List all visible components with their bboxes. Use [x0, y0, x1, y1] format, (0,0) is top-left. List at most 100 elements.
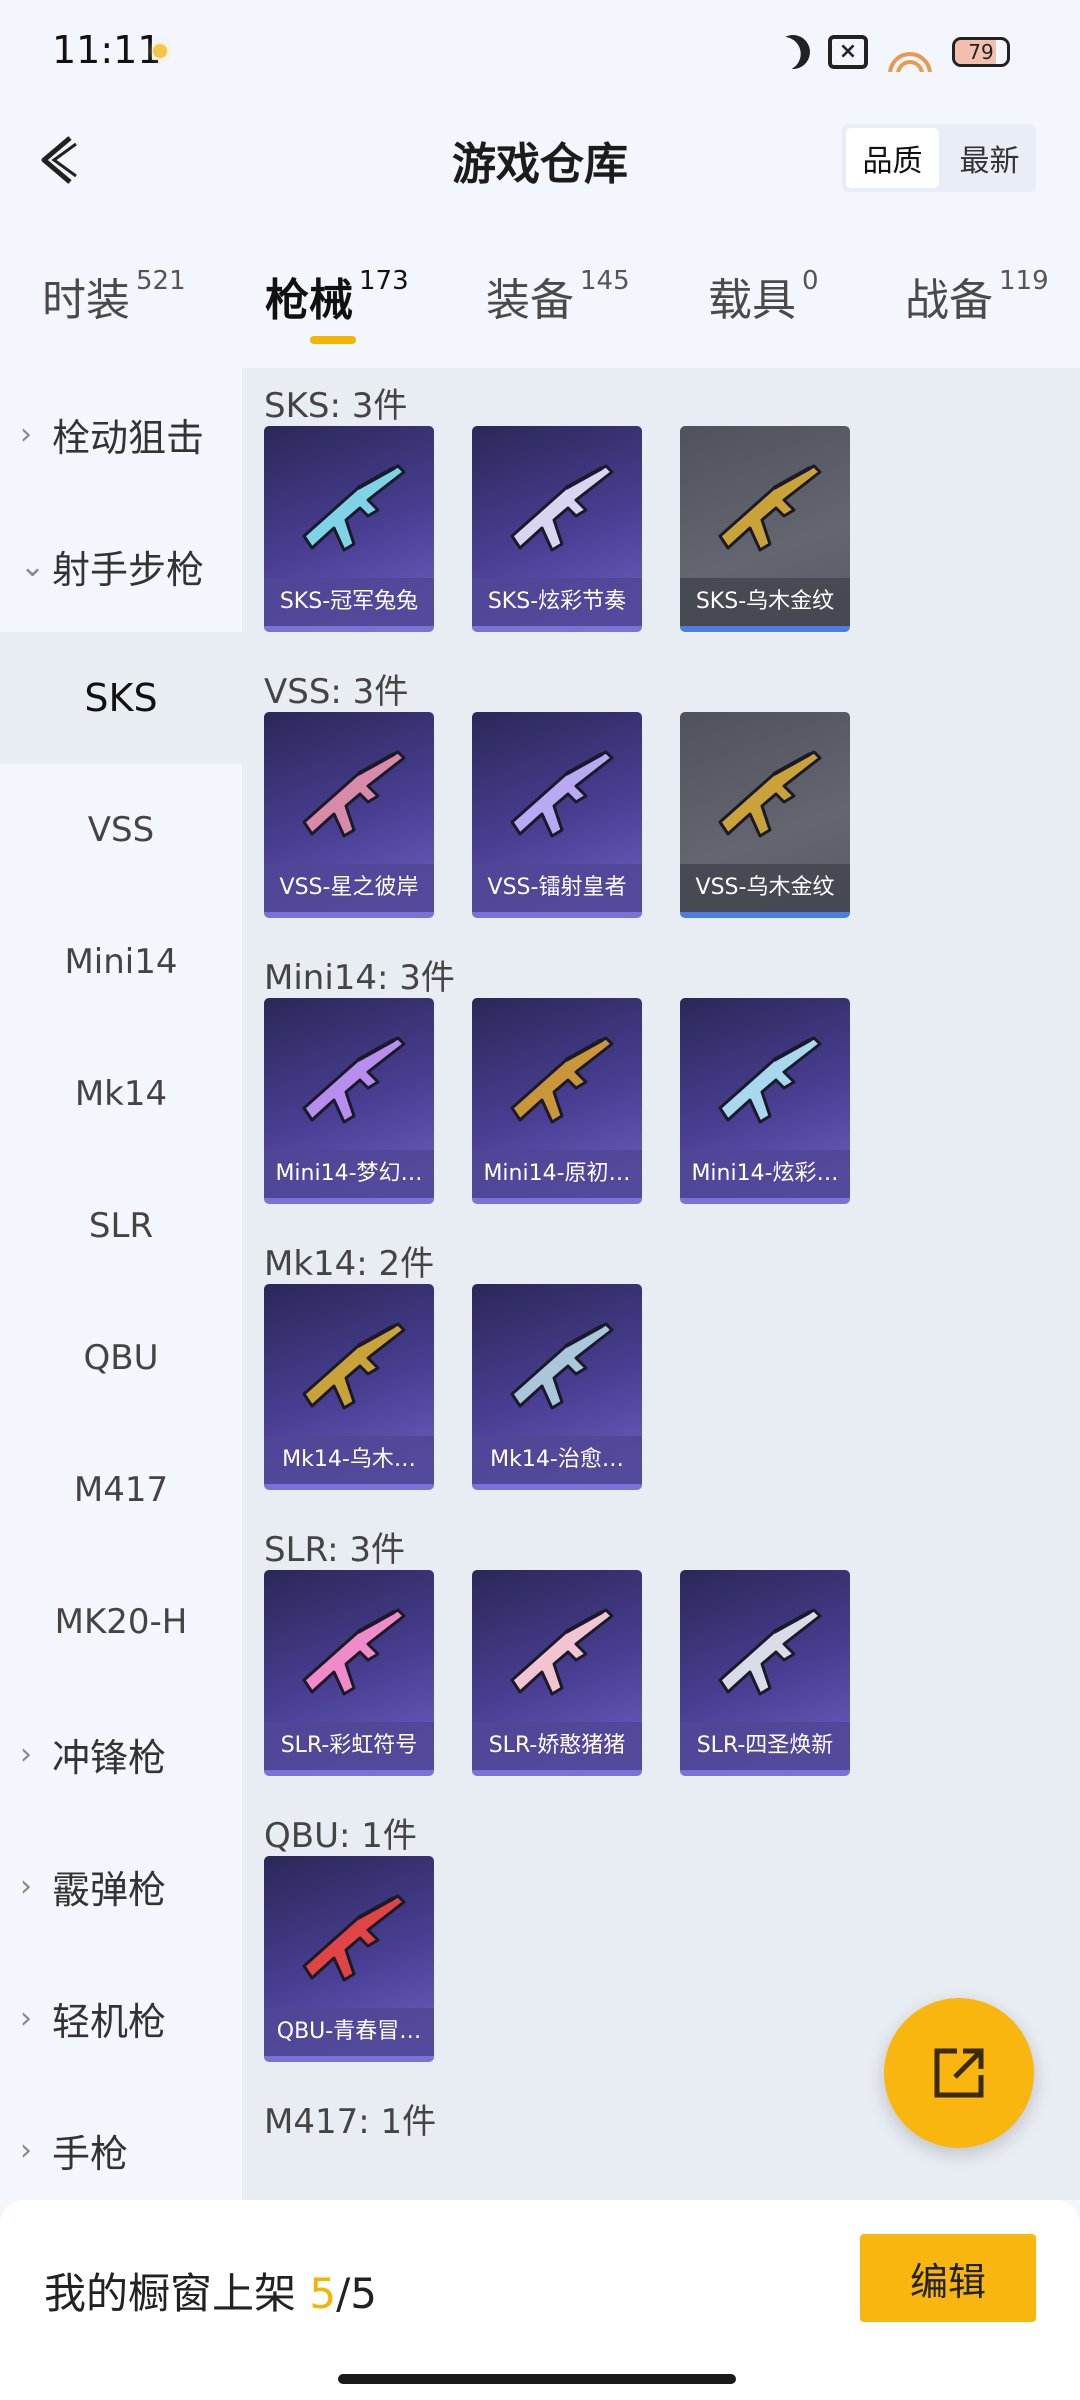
weapon-skin-icon — [302, 1894, 406, 1982]
sidebar-item-label: 轻机枪 — [52, 1999, 167, 2044]
tab-label: 装备 — [486, 275, 574, 326]
group-title: Mini14: 3件 — [264, 958, 455, 998]
chevron-right-icon: › — [20, 2132, 32, 2168]
sidebar-item-pistol[interactable]: › 手枪 — [0, 2084, 242, 2200]
weapon-card[interactable]: SKS-炫彩节奏 — [472, 426, 642, 632]
weapon-skin-icon — [718, 1036, 822, 1124]
sidebar-item-smg[interactable]: › 冲锋枪 — [0, 1688, 242, 1820]
weapon-name: VSS-乌木金纹 — [680, 864, 850, 912]
tab-vehicles[interactable]: 载具 0 — [708, 264, 819, 328]
chevron-right-icon: › — [20, 1736, 32, 1772]
tab-label: 战备 — [905, 275, 993, 326]
weapon-name: Mk14-乌木… — [264, 1436, 434, 1484]
weapon-name: SKS-乌木金纹 — [680, 578, 850, 626]
sort-newest-button[interactable]: 最新 — [943, 124, 1036, 192]
battery-icon: 79 — [952, 37, 1010, 67]
sidebar-item-mk20h[interactable]: MK20-H — [0, 1556, 242, 1688]
wifi-icon — [886, 32, 934, 72]
weapon-skin-icon — [510, 464, 614, 552]
weapon-skin-icon — [302, 1608, 406, 1696]
weapon-name: SKS-冠军兔兔 — [264, 578, 434, 626]
weapon-type-sidebar: › 栓动狙击 ⌄ 射手步枪 SKS VSS Mini14 Mk14 SLR QB… — [0, 368, 242, 2200]
chevron-down-icon: ⌄ — [20, 548, 46, 584]
sidebar-item-label: 手枪 — [52, 2131, 129, 2176]
tab-supplies[interactable]: 战备 119 — [905, 264, 1049, 328]
sidebar-item-label: 冲锋枪 — [52, 1735, 167, 1780]
weapon-card[interactable]: QBU-青春冒… — [264, 1856, 434, 2062]
sidebar-item-label: SKS — [84, 676, 158, 720]
sidebar-item-slr[interactable]: SLR — [0, 1160, 242, 1292]
sidebar-item-m417[interactable]: M417 — [0, 1424, 242, 1556]
weather-dot-icon — [153, 44, 167, 58]
weapon-card[interactable]: SLR-娇憨猪猪 — [472, 1570, 642, 1776]
tab-firearms[interactable]: 枪械 173 — [265, 264, 409, 344]
sidebar-item-label: Mini14 — [64, 942, 178, 982]
weapon-name: Mini14-炫彩… — [680, 1150, 850, 1198]
weapon-card[interactable]: Mini14-原初… — [472, 998, 642, 1204]
status-icons: × 79 — [776, 32, 1010, 72]
chevron-right-icon: › — [20, 416, 32, 452]
weapon-skin-icon — [510, 1322, 614, 1410]
weapon-card[interactable]: SKS-冠军兔兔 — [264, 426, 434, 632]
share-button[interactable] — [884, 1998, 1034, 2148]
showcase-bar: 我的橱窗上架 5/5 编辑 — [0, 2200, 1080, 2400]
sidebar-item-shotgun[interactable]: › 霰弹枪 — [0, 1820, 242, 1952]
edit-button[interactable]: 编辑 — [860, 2234, 1036, 2322]
tab-equipment[interactable]: 装备 145 — [486, 264, 630, 328]
weapon-card[interactable]: SLR-彩虹符号 — [264, 1570, 434, 1776]
weapon-name: SLR-彩虹符号 — [264, 1722, 434, 1770]
sidebar-item-mini14[interactable]: Mini14 — [0, 896, 242, 1028]
sort-quality-button[interactable]: 品质 — [846, 128, 939, 188]
weapon-skin-icon — [302, 1322, 406, 1410]
sidebar-item-bolt-sniper[interactable]: › 栓动狙击 — [0, 368, 242, 500]
sidebar-item-lmg[interactable]: › 轻机枪 — [0, 1952, 242, 2084]
sidebar-item-sks[interactable]: SKS — [0, 632, 242, 764]
weapon-name: Mk14-治愈… — [472, 1436, 642, 1484]
chevron-right-icon: › — [20, 1868, 32, 1904]
do-not-disturb-icon — [770, 29, 816, 75]
battery-level: 79 — [968, 40, 994, 64]
sidebar-item-vss[interactable]: VSS — [0, 764, 242, 896]
weapon-name: SLR-娇憨猪猪 — [472, 1722, 642, 1770]
tab-active-indicator — [310, 336, 356, 344]
showcase-status: 我的橱窗上架 5/5 — [44, 2260, 377, 2321]
sidebar-item-label: M417 — [73, 1470, 169, 1510]
weapon-skin-icon — [718, 1608, 822, 1696]
tab-count: 145 — [580, 266, 630, 296]
weapon-card[interactable]: Mk14-治愈… — [472, 1284, 642, 1490]
share-icon — [934, 2048, 984, 2098]
sidebar-item-dmr[interactable]: ⌄ 射手步枪 — [0, 500, 242, 632]
tab-fashion[interactable]: 时装 521 — [42, 264, 186, 328]
sidebar-item-mk14[interactable]: Mk14 — [0, 1028, 242, 1160]
sidebar-item-label: MK20-H — [54, 1602, 188, 1642]
sidebar-item-label: 射手步枪 — [52, 547, 205, 592]
weapon-skin-icon — [510, 1036, 614, 1124]
sidebar-item-label: 霰弹枪 — [52, 1867, 167, 1912]
home-indicator — [338, 2374, 736, 2384]
weapon-card[interactable]: VSS-星之彼岸 — [264, 712, 434, 918]
sidebar-item-qbu[interactable]: QBU — [0, 1292, 242, 1424]
weapon-card[interactable]: VSS-镭射皇者 — [472, 712, 642, 918]
weapon-skin-icon — [302, 464, 406, 552]
chevron-right-icon: › — [20, 2000, 32, 2036]
tab-label: 载具 — [708, 275, 796, 326]
sidebar-item-label: QBU — [83, 1338, 159, 1378]
showcase-total: /5 — [336, 2269, 377, 2318]
status-bar: 11:11 × 79 — [0, 0, 1080, 104]
weapon-name: Mini14-梦幻… — [264, 1150, 434, 1198]
showcase-current: 5 — [309, 2269, 337, 2318]
weapon-skin-icon — [510, 1608, 614, 1696]
weapon-card[interactable]: VSS-乌木金纹 — [680, 712, 850, 918]
weapon-card[interactable]: SLR-四圣焕新 — [680, 1570, 850, 1776]
weapon-card[interactable]: Mini14-炫彩… — [680, 998, 850, 1204]
group-title: VSS: 3件 — [264, 672, 409, 712]
weapon-skin-icon — [718, 750, 822, 838]
weapon-card[interactable]: SKS-乌木金纹 — [680, 426, 850, 632]
weapon-skin-icon — [718, 464, 822, 552]
group-title: SKS: 3件 — [264, 386, 408, 426]
weapon-skin-icon — [302, 1036, 406, 1124]
weapon-card[interactable]: Mini14-梦幻… — [264, 998, 434, 1204]
sidebar-item-label: VSS — [87, 810, 155, 850]
weapon-name: Mini14-原初… — [472, 1150, 642, 1198]
weapon-card[interactable]: Mk14-乌木… — [264, 1284, 434, 1490]
